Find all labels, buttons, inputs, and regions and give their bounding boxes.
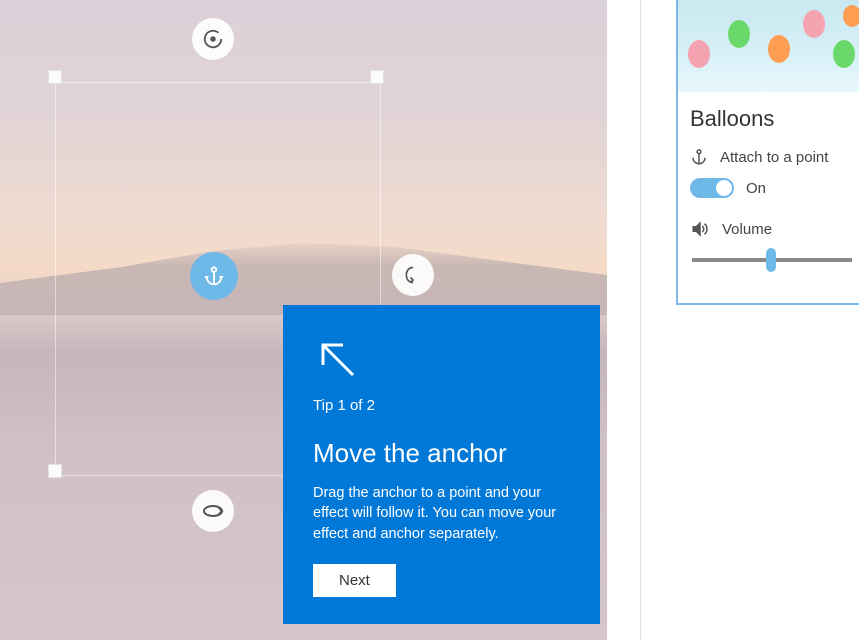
anchor-handle[interactable]: [190, 252, 238, 300]
tip-title: Move the anchor: [313, 438, 570, 469]
balloon-deco: [833, 40, 855, 68]
effect-name: Balloons: [678, 92, 859, 142]
rotate-vertical-button[interactable]: [392, 254, 434, 296]
effect-properties-panel: Balloons Attach to a point On Volume: [676, 0, 859, 305]
rotate-horizontal-button[interactable]: [192, 490, 234, 532]
effect-thumbnail: [678, 0, 859, 92]
attach-toggle[interactable]: [690, 178, 734, 198]
volume-slider[interactable]: [692, 258, 852, 262]
balloon-deco: [688, 40, 710, 68]
anchor-icon: [690, 148, 708, 166]
volume-label: Volume: [722, 221, 772, 238]
volume-slider-thumb[interactable]: [766, 248, 776, 272]
balloon-deco: [728, 20, 750, 48]
rotate-horizontal-icon: [201, 502, 225, 520]
selection-edge-left: [55, 82, 56, 476]
selection-handle-top-right[interactable]: [370, 70, 384, 84]
rotate-cw-button[interactable]: [192, 18, 234, 60]
balloon-deco: [768, 35, 790, 63]
selection-edge-top: [55, 82, 380, 83]
attach-toggle-row: On: [678, 172, 859, 204]
rotate-cw-icon: [202, 28, 224, 50]
toggle-knob: [716, 180, 732, 196]
anchor-icon: [203, 265, 225, 287]
video-canvas[interactable]: Tip 1 of 2 Move the anchor Drag the anch…: [0, 0, 607, 640]
scene-mountain: [0, 235, 607, 315]
balloon-deco: [843, 5, 859, 27]
attach-row: Attach to a point: [678, 142, 859, 172]
toggle-state-label: On: [746, 180, 766, 197]
volume-icon: [690, 220, 710, 238]
panel-divider: [640, 0, 641, 640]
balloon-deco: [803, 10, 825, 38]
attach-label: Attach to a point: [720, 149, 828, 166]
selection-handle-bottom-left[interactable]: [48, 464, 62, 478]
selection-handle-top-left[interactable]: [48, 70, 62, 84]
rotate-vertical-icon: [403, 264, 423, 286]
tip-counter: Tip 1 of 2: [313, 397, 570, 414]
volume-row: Volume: [678, 214, 859, 244]
tutorial-tip-popup: Tip 1 of 2 Move the anchor Drag the anch…: [283, 305, 600, 624]
arrow-up-left-icon: [313, 335, 361, 383]
tip-body: Drag the anchor to a point and your effe…: [313, 483, 570, 544]
next-button[interactable]: Next: [313, 564, 396, 597]
